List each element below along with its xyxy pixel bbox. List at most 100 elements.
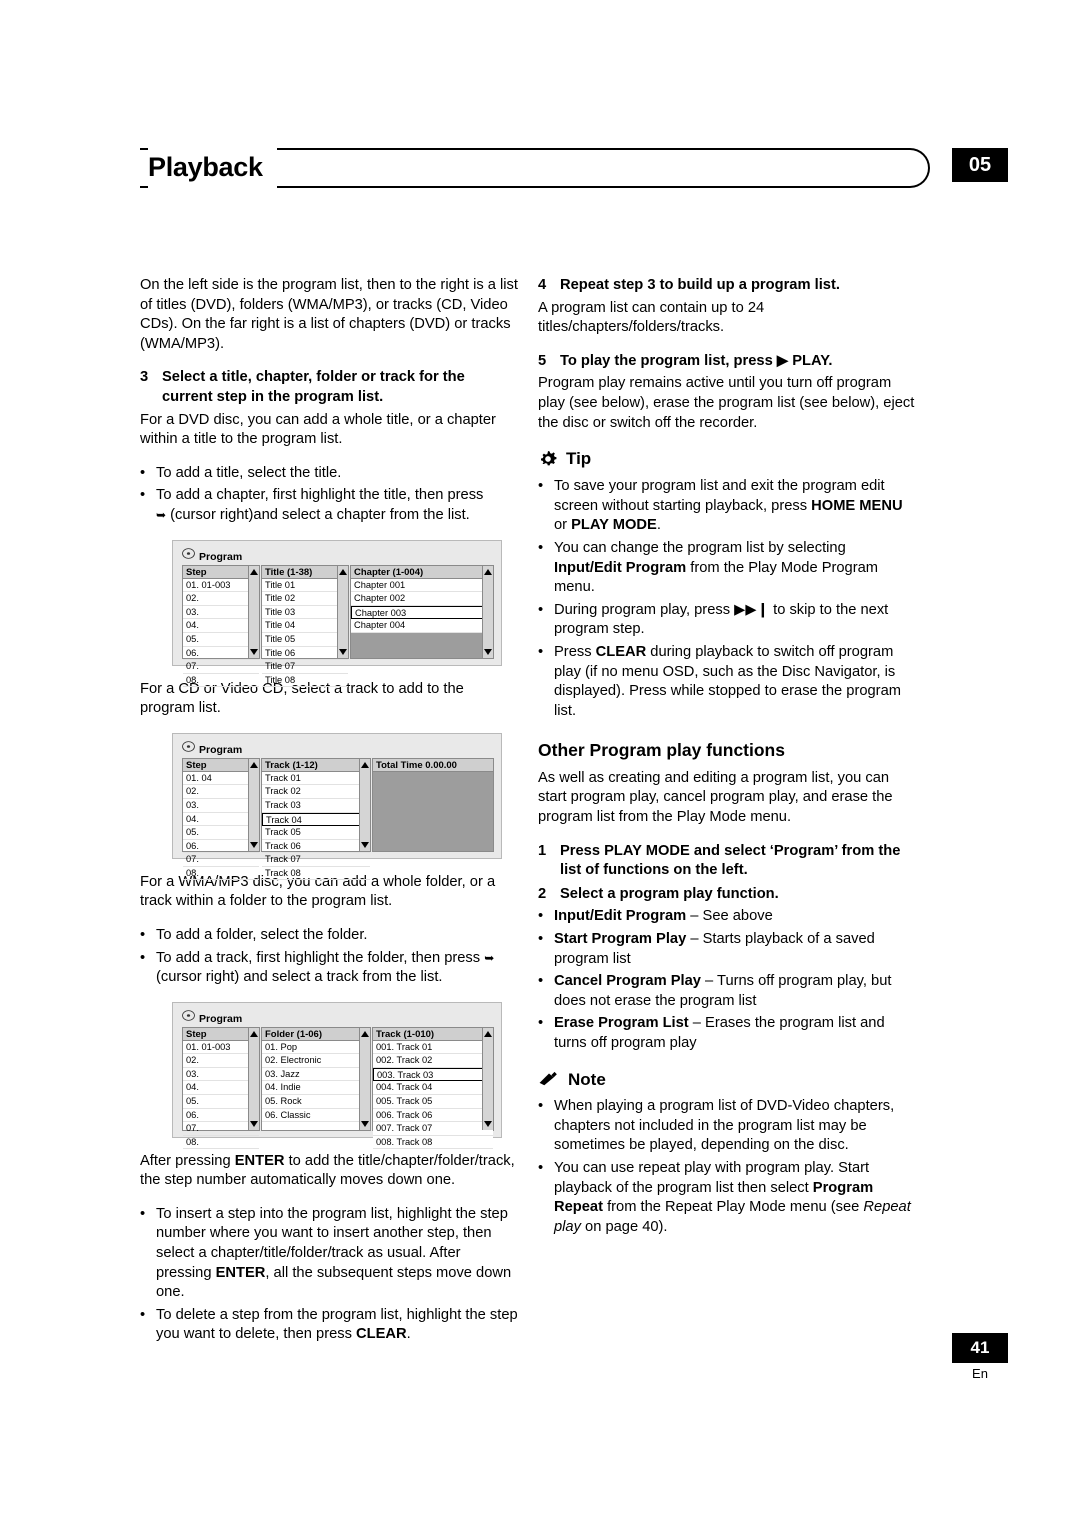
scroll-down-icon[interactable] bbox=[339, 648, 347, 655]
bullet-dot: • bbox=[538, 478, 544, 495]
dvd-chapter-row[interactable]: Chapter 001 bbox=[351, 578, 493, 593]
note-b2-text-b: from the Repeat Play Mode menu (see bbox=[602, 1199, 864, 1216]
dvd-title-row[interactable]: Title 04 bbox=[262, 619, 348, 633]
dvd-title-scrollbar[interactable] bbox=[337, 565, 348, 658]
scroll-down-icon[interactable] bbox=[361, 841, 369, 848]
dvd-title-row[interactable]: Title 08 bbox=[262, 674, 348, 688]
other-functions-heading: Other Program play functions bbox=[538, 740, 785, 761]
bullet-add-folder: • To add a folder, select the folder. bbox=[140, 926, 518, 946]
scroll-down-icon[interactable] bbox=[250, 648, 258, 655]
step-5: 5 To play the program list, press ▶ PLAY… bbox=[538, 352, 916, 372]
bullet-dot: • bbox=[140, 1205, 146, 1222]
tip-callout-header: Tip bbox=[538, 449, 916, 469]
cd-track-row[interactable]: Track 07 bbox=[262, 853, 370, 867]
scroll-down-icon[interactable] bbox=[250, 841, 258, 848]
cursor-right-arrow-icon: ➥ bbox=[156, 507, 167, 522]
play-arrow-icon: ▶ bbox=[776, 352, 789, 369]
other-step-2-number: 2 bbox=[538, 885, 547, 902]
wma-track-row[interactable]: 001. Track 01 bbox=[373, 1040, 493, 1055]
wma-track-pane: Track (1-010) 001. Track 01 002. Track 0… bbox=[372, 1026, 494, 1150]
function-start-program-play: • Start Program Play – Starts playback o… bbox=[538, 930, 916, 969]
home-menu-key-label: HOME MENU bbox=[811, 497, 903, 514]
note-bullet-1: • When playing a program list of DVD-Vid… bbox=[538, 1097, 916, 1156]
cd-track-row[interactable]: Track 06 bbox=[262, 840, 370, 854]
wma-folder-row[interactable]: 05. Rock bbox=[262, 1095, 370, 1109]
other-step-1-title: Press PLAY MODE and select ‘Program’ fro… bbox=[560, 842, 901, 879]
wma-track-row[interactable]: 008. Track 08 bbox=[373, 1135, 493, 1150]
page-header: Playback bbox=[140, 144, 930, 190]
bullet-dot: • bbox=[538, 931, 544, 948]
step-5-title-a: To play the program list, press bbox=[560, 352, 777, 369]
dvd-title-row[interactable]: Title 05 bbox=[262, 633, 348, 647]
dvd-chapter-row-selected[interactable]: Chapter 003 bbox=[351, 605, 493, 620]
function-desc: – See above bbox=[686, 908, 773, 925]
cd-track-row[interactable]: Track 02 bbox=[262, 785, 370, 799]
scroll-down-icon[interactable] bbox=[250, 1120, 258, 1127]
note-b2-text-c: on page 40). bbox=[580, 1218, 668, 1235]
tip-bullet-2: • You can change the program list by sel… bbox=[538, 539, 916, 598]
wma-track-row-selected[interactable]: 003. Track 03 bbox=[373, 1067, 493, 1082]
cd-track-pane: Track (1-12) Track 01 Track 02 Track 03 … bbox=[261, 757, 371, 881]
dvd-step-row: 08. bbox=[183, 674, 259, 688]
dvd-step-scrollbar[interactable] bbox=[248, 565, 259, 658]
wma-track-row[interactable]: 006. Track 06 bbox=[373, 1108, 493, 1123]
function-erase-program-list: • Erase Program List – Erases the progra… bbox=[538, 1014, 916, 1053]
scroll-up-icon[interactable] bbox=[250, 568, 258, 575]
scroll-up-icon[interactable] bbox=[484, 1030, 492, 1037]
wma-track-row[interactable]: 002. Track 02 bbox=[373, 1054, 493, 1068]
cd-track-row[interactable]: Track 01 bbox=[262, 772, 370, 786]
wma-folder-row[interactable]: 03. Jazz bbox=[262, 1068, 370, 1082]
bullet-add-chapter-text2: (cursor right)and select a chapter from … bbox=[170, 506, 470, 523]
dvd-title-row[interactable]: Title 03 bbox=[262, 606, 348, 620]
tip-b1-mid: or bbox=[554, 517, 572, 534]
dvd-step-pane: Step 01. 01-003 02. 03. 04. 05. 06. 07. … bbox=[182, 564, 260, 688]
bullet-add-title: • To add a title, select the title. bbox=[140, 464, 518, 484]
dvd-title-row[interactable]: Title 01 bbox=[262, 579, 348, 593]
cd-track-row[interactable]: Track 08 bbox=[262, 867, 370, 881]
scroll-up-icon[interactable] bbox=[339, 568, 347, 575]
wma-folder-scrollbar[interactable] bbox=[359, 1027, 370, 1130]
dvd-title-row[interactable]: Title 02 bbox=[262, 592, 348, 606]
function-label: Erase Program List bbox=[554, 1015, 689, 1032]
wma-track-row[interactable]: 004. Track 04 bbox=[373, 1081, 493, 1096]
wma-folder-row[interactable]: 02. Electronic bbox=[262, 1054, 370, 1068]
scroll-down-icon[interactable] bbox=[361, 1120, 369, 1127]
scroll-up-icon[interactable] bbox=[484, 568, 492, 575]
wma-step-scrollbar[interactable] bbox=[248, 1027, 259, 1130]
scroll-up-icon[interactable] bbox=[250, 761, 258, 768]
wma-track-row[interactable]: 007. Track 07 bbox=[373, 1122, 493, 1136]
dvd-title-row[interactable]: Title 07 bbox=[262, 660, 348, 674]
wma-track-scrollbar[interactable] bbox=[482, 1027, 493, 1130]
cursor-right-arrow-icon: ➥ bbox=[484, 950, 495, 965]
scroll-up-icon[interactable] bbox=[361, 1030, 369, 1037]
cd-track-row[interactable]: Track 03 bbox=[262, 799, 370, 813]
cd-step-scrollbar[interactable] bbox=[248, 758, 259, 851]
scroll-down-icon[interactable] bbox=[484, 1120, 492, 1127]
note-label: Note bbox=[568, 1069, 606, 1089]
input-edit-program-label: Input/Edit Program bbox=[554, 559, 687, 576]
bullet-add-track: • To add a track, first highlight the fo… bbox=[140, 949, 518, 988]
dvd-title-header: Title (1-38) bbox=[262, 565, 348, 579]
dvd-chapter-row[interactable]: Chapter 004 bbox=[351, 619, 493, 633]
cd-track-scrollbar[interactable] bbox=[359, 758, 370, 851]
cd-step-pane: Step 01. 04 02. 03. 04. 05. 06. 07. 08. bbox=[182, 757, 260, 881]
wma-folder-row[interactable]: 06. Classic bbox=[262, 1109, 370, 1123]
cd-track-row-selected[interactable]: Track 04 bbox=[262, 812, 370, 827]
wma-track-row[interactable]: 005. Track 05 bbox=[373, 1095, 493, 1109]
wma-folder-pane: Folder (1-06) 01. Pop 02. Electronic 03.… bbox=[261, 1026, 371, 1131]
gear-icon bbox=[541, 451, 557, 466]
cd-track-header: Track (1-12) bbox=[262, 758, 370, 772]
dvd-chapter-row[interactable]: Chapter 002 bbox=[351, 592, 493, 606]
scroll-down-icon[interactable] bbox=[484, 648, 492, 655]
scroll-up-icon[interactable] bbox=[361, 761, 369, 768]
wma-folder-row[interactable]: 01. Pop bbox=[262, 1041, 370, 1055]
wma-folder-row[interactable]: 04. Indie bbox=[262, 1081, 370, 1096]
dvd-title-row[interactable]: Title 06 bbox=[262, 647, 348, 661]
other-step-1: 1 Press PLAY MODE and select ‘Program’ f… bbox=[538, 842, 916, 881]
cd-track-row[interactable]: Track 05 bbox=[262, 826, 370, 840]
dvd-chapter-scrollbar[interactable] bbox=[482, 565, 493, 658]
disc-icon bbox=[182, 740, 195, 752]
other-functions-body: As well as creating and editing a progra… bbox=[538, 769, 893, 826]
scroll-up-icon[interactable] bbox=[250, 1030, 258, 1037]
function-label: Input/Edit Program bbox=[554, 908, 687, 925]
